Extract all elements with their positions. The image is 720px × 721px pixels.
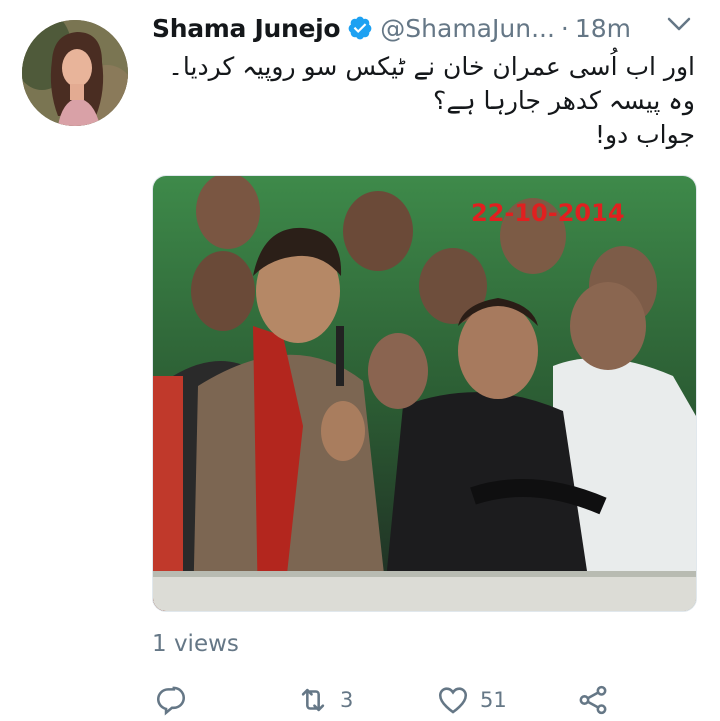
tweet-text-line: جواب دو!	[594, 120, 695, 149]
view-count: 1 views	[152, 631, 239, 657]
share-button[interactable]	[576, 680, 610, 720]
media-date-overlay: 22-10-2014	[471, 199, 625, 227]
tweet-timestamp[interactable]: 18m	[575, 14, 631, 43]
heart-icon	[438, 687, 468, 714]
share-icon	[579, 685, 607, 715]
author-name[interactable]: Shama Junejo	[152, 14, 341, 43]
tweet-text-line: اور اب اُسی عمران خان نے ٹیکس سو روپیہ ک…	[168, 52, 695, 81]
tweet-header: Shama Junejo @ShamaJun... · 18m	[152, 8, 631, 48]
reply-icon	[156, 686, 186, 716]
verified-badge-icon	[348, 16, 372, 40]
retweet-icon	[301, 688, 325, 712]
tweet-text: اور اب اُسی عمران خان نے ٹیکس سو روپیہ ک…	[150, 50, 695, 152]
separator-dot: ·	[560, 13, 569, 43]
action-bar: 3 51	[150, 680, 620, 720]
like-count: 51	[480, 688, 507, 712]
author-handle[interactable]: @ShamaJun...	[380, 14, 555, 43]
like-button[interactable]: 51	[436, 680, 507, 720]
retweet-count: 3	[340, 688, 354, 712]
tweet-text-line: وہ پیسہ کدھر جارہا ہے؟	[433, 86, 695, 115]
avatar[interactable]	[22, 20, 128, 126]
retweet-button[interactable]: 3	[296, 680, 353, 720]
reply-button[interactable]	[154, 680, 188, 720]
tweet-media[interactable]: 22-10-2014	[152, 175, 697, 612]
chevron-down-icon[interactable]	[666, 14, 692, 34]
